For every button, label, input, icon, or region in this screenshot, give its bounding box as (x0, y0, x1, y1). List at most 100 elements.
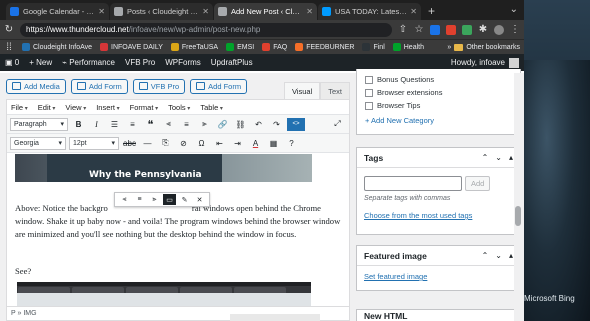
category-item[interactable]: Browser Tips (365, 99, 512, 112)
menu-file[interactable]: File (11, 103, 28, 112)
vfb-pro-button[interactable]: VFB Pro (132, 78, 186, 94)
new-content-button[interactable]: + New (29, 58, 52, 67)
menu-insert[interactable]: Insert (96, 103, 119, 112)
url-field[interactable]: https://www.thundercloud.net/infoave/new… (20, 22, 392, 37)
extensions-puzzle-icon[interactable]: ✱ (478, 24, 488, 35)
extension-icon[interactable] (462, 24, 472, 35)
redo-icon[interactable]: ↷ (269, 118, 284, 131)
bookmark-item[interactable]: FEEDBURNER (295, 43, 354, 51)
help-icon[interactable]: ? (284, 137, 299, 150)
extension-icon[interactable] (430, 24, 440, 35)
editor-content[interactable]: Why the Pennsylvania Above: Notice the b… (7, 154, 349, 306)
text-color-icon[interactable]: A (248, 137, 263, 150)
comments-icon[interactable]: ▣ 0 (5, 58, 19, 67)
category-item[interactable]: Browser extensions (365, 86, 512, 99)
tab-google-calendar[interactable]: Google Calendar - Week ✕ (6, 3, 109, 20)
font-family-select[interactable]: Georgia ▾ (10, 136, 66, 150)
embedded-screenshot-image[interactable]: Why the Pennsylvania (15, 154, 312, 182)
bookmark-item[interactable]: FAQ (262, 43, 287, 51)
other-bookmarks[interactable]: » Other bookmarks (447, 43, 520, 51)
bookmark-star-icon[interactable]: ☆ (414, 24, 424, 35)
menu-view[interactable]: View (65, 103, 86, 112)
bookmark-item[interactable]: EMSI (226, 43, 254, 51)
scrollbar-thumb[interactable] (515, 206, 521, 226)
move-up-icon[interactable]: ⌃ (482, 251, 489, 260)
bullet-list-icon[interactable]: ☰ (107, 118, 122, 131)
menu-format[interactable]: Format (130, 103, 158, 112)
align-left-icon[interactable]: ⫷ (118, 194, 131, 205)
checkbox[interactable] (365, 75, 373, 84)
close-icon[interactable]: ✕ (98, 7, 105, 16)
checkbox[interactable] (365, 88, 373, 97)
tab-usa-today[interactable]: USA TODAY: Latest World ✕ (318, 3, 421, 20)
indent-icon[interactable]: ⇥ (230, 137, 245, 150)
align-center-icon[interactable]: ≡ (179, 118, 194, 131)
fullscreen-icon[interactable]: ⤢ (330, 118, 345, 131)
tab-posts[interactable]: Posts ‹ Cloudeight InfoAv ✕ (110, 3, 213, 20)
bookmark-item[interactable]: FreeTaUSA (170, 43, 218, 51)
category-item[interactable]: Bonus Questions (365, 73, 512, 86)
tab-search-icon[interactable]: ⌄ (510, 4, 518, 15)
outdent-icon[interactable]: ⇤ (212, 137, 227, 150)
blockquote-icon[interactable]: ❝ (143, 118, 158, 131)
unlink-icon[interactable]: ⛓ (233, 118, 248, 131)
share-icon[interactable]: ⇧ (398, 24, 408, 35)
profile-avatar[interactable] (494, 24, 504, 35)
clear-format-icon[interactable]: ⊘ (176, 137, 191, 150)
bookmark-item[interactable]: Finl (362, 43, 385, 51)
format-select[interactable]: Paragraph ▾ (10, 117, 68, 131)
bookmark-item[interactable]: Cloudeight InfoAve (22, 43, 92, 51)
page-scrollbar[interactable] (514, 73, 522, 321)
close-icon[interactable]: ✕ (306, 7, 313, 16)
tab-add-new-post[interactable]: Add New Post ‹ Cloudei ✕ (214, 3, 317, 20)
add-media-button[interactable]: Add Media (6, 78, 66, 94)
menu-tools[interactable]: Tools (168, 103, 190, 112)
strikethrough-icon[interactable]: abc (122, 137, 137, 150)
bold-icon[interactable]: B (71, 118, 86, 131)
extension-icon[interactable] (446, 24, 456, 35)
collapse-icon[interactable]: ▴ (509, 153, 513, 162)
horizontal-line-icon[interactable]: — (140, 137, 155, 150)
set-featured-image-link[interactable]: Set featured image (364, 272, 427, 281)
menu-table[interactable]: Table (200, 103, 223, 112)
italic-icon[interactable]: I (89, 118, 104, 131)
wpforms-menu[interactable]: WPForms (165, 58, 201, 67)
menu-kebab-icon[interactable]: ⋮ (510, 24, 520, 35)
vfb-pro-menu[interactable]: VFB Pro (125, 58, 155, 67)
omega-icon[interactable]: Ω (194, 137, 209, 150)
embedded-screenshot-image-2[interactable] (17, 282, 311, 306)
align-none-icon[interactable]: ▭ (163, 194, 176, 205)
undo-icon[interactable]: ↶ (251, 118, 266, 131)
tag-input[interactable] (364, 176, 462, 191)
add-tag-button[interactable]: Add (465, 176, 491, 191)
collapse-icon[interactable]: ▴ (509, 251, 513, 260)
table-icon[interactable]: ▦ (266, 137, 281, 150)
code-icon[interactable]: <> (287, 117, 305, 131)
move-down-icon[interactable]: ⌄ (495, 153, 502, 162)
add-new-category-link[interactable]: + Add New Category (365, 116, 434, 125)
add-form-button-2[interactable]: Add Form (190, 78, 248, 94)
move-up-icon[interactable]: ⌃ (482, 153, 489, 162)
link-icon[interactable]: 🔗 (215, 118, 230, 131)
remove-x-icon[interactable]: ✕ (193, 194, 206, 205)
close-icon[interactable]: ✕ (410, 7, 417, 16)
apps-grid-icon[interactable]: ⁞⁞ (4, 42, 14, 53)
bookmark-item[interactable]: Health (392, 43, 424, 51)
updraftplus-menu[interactable]: UpdraftPlus (211, 58, 253, 67)
tab-visual[interactable]: Visual (283, 82, 321, 99)
choose-tags-link[interactable]: Choose from the most used tags (364, 211, 472, 220)
performance-menu[interactable]: ⌁ Performance (62, 58, 115, 67)
tab-text[interactable]: Text (320, 82, 350, 99)
bookmark-item[interactable]: INFOAVE DAILY (100, 43, 163, 51)
user-menu[interactable]: Howdy, infoave (451, 57, 519, 68)
add-form-button[interactable]: Add Form (70, 78, 128, 94)
align-center-icon[interactable]: ≡ (133, 194, 146, 205)
edit-pencil-icon[interactable]: ✎ (178, 194, 191, 205)
menu-edit[interactable]: Edit (38, 103, 56, 112)
align-right-icon[interactable]: ⫸ (197, 118, 212, 131)
checkbox[interactable] (365, 101, 373, 110)
align-right-icon[interactable]: ⫸ (148, 194, 161, 205)
font-size-select[interactable]: 12pt ▾ (69, 136, 119, 150)
paste-text-icon[interactable]: ⎘ (158, 137, 173, 150)
close-icon[interactable]: ✕ (202, 7, 209, 16)
